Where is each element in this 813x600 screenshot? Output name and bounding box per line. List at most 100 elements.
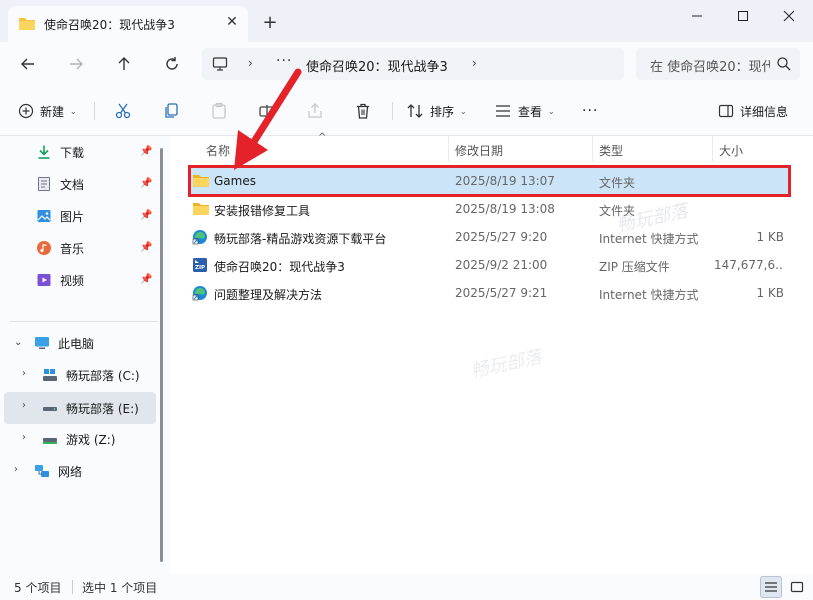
sidebar-item-pictures[interactable]: 图片 bbox=[36, 202, 84, 230]
column-header-date[interactable]: 修改日期 bbox=[455, 142, 503, 159]
pin-icon[interactable]: 📌 bbox=[140, 210, 152, 221]
sort-icon bbox=[407, 104, 423, 118]
column-divider[interactable] bbox=[592, 136, 593, 162]
file-list: ^ 名称 修改日期 类型 大小 Games 2025/8/19 13:07 文件… bbox=[170, 132, 813, 574]
tiles-view-button[interactable] bbox=[786, 576, 808, 598]
pin-icon[interactable]: 📌 bbox=[140, 146, 152, 157]
sidebar-item-label: 畅玩部落 (C:) bbox=[66, 368, 140, 383]
sidebar-item-music[interactable]: 音乐 bbox=[36, 234, 84, 262]
trash-icon bbox=[357, 103, 369, 119]
column-header-name[interactable]: 名称 bbox=[206, 142, 230, 159]
column-divider[interactable] bbox=[712, 136, 713, 162]
chevron-down-icon: ⌄ bbox=[70, 106, 77, 116]
search-box[interactable]: 在 使命召唤20：现代战争3 中搜索 bbox=[636, 48, 800, 80]
new-tab-button[interactable]: + bbox=[258, 12, 282, 36]
item-count: 5 个项目 bbox=[14, 581, 62, 595]
sidebar-scrollbar[interactable] bbox=[160, 148, 163, 562]
pictures-icon bbox=[36, 208, 52, 224]
maximize-button[interactable] bbox=[720, 0, 766, 32]
svg-text:ZIP: ZIP bbox=[195, 265, 205, 271]
sidebar-item-label: 畅玩部落 (E:) bbox=[66, 401, 139, 416]
column-header-size[interactable]: 大小 bbox=[719, 142, 743, 159]
chevron-right-icon[interactable]: › bbox=[22, 400, 26, 411]
pin-icon[interactable]: 📌 bbox=[140, 274, 152, 285]
tab-current[interactable]: 使命召唤20：现代战争3 ✕ bbox=[8, 6, 248, 42]
search-input[interactable]: 在 使命召唤20：现代战争3 中搜索 bbox=[650, 56, 770, 75]
share-button[interactable] bbox=[306, 100, 330, 122]
file-size: 147,677,6... bbox=[714, 258, 784, 272]
tab-close-icon[interactable]: ✕ bbox=[222, 12, 242, 32]
chevron-down-icon[interactable]: ⌄ bbox=[14, 337, 22, 348]
minimize-button[interactable] bbox=[674, 0, 720, 32]
details-pane-button[interactable]: 详细信息 bbox=[718, 100, 788, 122]
file-type: Internet 快捷方式 bbox=[599, 232, 699, 246]
navigation-bar: › ··· 使命召唤20：现代战争3 › 在 使命召唤20：现代战争3 中搜索 bbox=[0, 42, 813, 86]
table-row[interactable]: 安装报错修复工具 2025/8/19 13:08 文件夹 bbox=[188, 195, 790, 223]
table-row[interactable]: ZIP 使命召唤20：现代战争3 2025/9/2 21:00 ZIP 压缩文件… bbox=[188, 251, 790, 279]
up-button[interactable] bbox=[110, 50, 138, 78]
sidebar-item-drive-c[interactable]: 畅玩部落 (C:) bbox=[42, 361, 140, 389]
breadcrumb-current[interactable]: 使命召唤20：现代战争3 bbox=[306, 56, 448, 75]
column-header-type[interactable]: 类型 bbox=[599, 142, 623, 159]
sidebar-divider bbox=[10, 321, 158, 322]
chevron-right-icon[interactable]: › bbox=[472, 56, 477, 70]
sidebar-item-label: 图片 bbox=[60, 209, 85, 224]
arrow-right-icon bbox=[70, 58, 83, 70]
more-options-button[interactable]: ··· bbox=[582, 100, 598, 122]
toolbar-divider bbox=[392, 102, 393, 120]
pin-icon[interactable]: 📌 bbox=[140, 178, 152, 189]
delete-button[interactable] bbox=[354, 100, 378, 122]
file-type: ZIP 压缩文件 bbox=[599, 260, 670, 274]
file-date: 2025/5/27 9:20 bbox=[455, 230, 548, 244]
copy-button[interactable] bbox=[162, 100, 186, 122]
sidebar-item-drive-e[interactable]: 畅玩部落 (E:) bbox=[42, 394, 139, 422]
tab-title: 使命召唤20：现代战争3 bbox=[44, 18, 175, 32]
sidebar-item-label: 视频 bbox=[60, 273, 85, 288]
file-size: 1 KB bbox=[756, 230, 784, 244]
status-bar: 5 个项目 选中 1 个项目 bbox=[0, 574, 813, 600]
red-arrow-annotation bbox=[234, 68, 302, 170]
cut-button[interactable] bbox=[114, 100, 138, 122]
chevron-down-icon: ⌄ bbox=[460, 106, 467, 116]
computer-icon bbox=[34, 335, 50, 351]
table-row[interactable]: 问题整理及解决方法 2025/5/27 9:21 Internet 快捷方式 1… bbox=[188, 279, 790, 307]
navigation-pane: 下载 📌 文档 📌 图片 📌 音乐 📌 视频 📌 ⌄ 此电脑 › 畅玩部落 (C… bbox=[0, 136, 170, 574]
sidebar-item-this-pc[interactable]: 此电脑 bbox=[34, 329, 94, 357]
table-row[interactable]: 畅玩部落-精品游戏资源下载平台 2025/5/27 9:20 Internet … bbox=[188, 223, 790, 251]
file-date: 2025/8/19 13:08 bbox=[455, 202, 555, 216]
sidebar-item-label: 音乐 bbox=[60, 241, 85, 256]
new-button[interactable]: 新建 ⌄ bbox=[18, 100, 77, 122]
document-icon bbox=[36, 176, 52, 192]
chevron-right-icon[interactable]: › bbox=[14, 464, 18, 475]
close-window-button[interactable] bbox=[766, 0, 812, 32]
sidebar-item-drive-z[interactable]: 游戏 (Z:) bbox=[42, 425, 115, 453]
share-icon bbox=[308, 103, 322, 118]
tiles-view-icon bbox=[790, 581, 804, 593]
back-button[interactable] bbox=[14, 50, 42, 78]
file-size: 1 KB bbox=[756, 286, 784, 300]
chevron-right-icon[interactable]: › bbox=[22, 432, 26, 443]
sort-button[interactable]: 排序 ⌄ bbox=[406, 100, 467, 122]
system-drive-icon bbox=[42, 367, 58, 383]
sidebar-item-network[interactable]: 网络 bbox=[34, 457, 82, 485]
chevron-right-icon[interactable]: › bbox=[22, 368, 26, 379]
selection-count: 选中 1 个项目 bbox=[82, 581, 158, 595]
sidebar-item-downloads[interactable]: 下载 bbox=[36, 138, 84, 166]
folder-icon bbox=[192, 201, 210, 219]
new-label: 新建 bbox=[40, 104, 65, 119]
refresh-button[interactable] bbox=[158, 50, 186, 78]
sidebar-item-documents[interactable]: 文档 bbox=[36, 170, 84, 198]
forward-button[interactable] bbox=[62, 50, 90, 78]
scissors-icon bbox=[115, 103, 131, 119]
file-name: 畅玩部落-精品游戏资源下载平台 bbox=[214, 232, 387, 246]
arrow-left-icon bbox=[21, 58, 34, 70]
details-view-button[interactable] bbox=[760, 576, 782, 598]
details-label: 详细信息 bbox=[740, 104, 789, 119]
network-icon bbox=[34, 463, 50, 479]
sidebar-item-label: 游戏 (Z:) bbox=[66, 432, 116, 447]
file-name: 安装报错修复工具 bbox=[214, 204, 311, 218]
column-divider[interactable] bbox=[448, 136, 449, 162]
pin-icon[interactable]: 📌 bbox=[140, 242, 152, 253]
sidebar-item-videos[interactable]: 视频 bbox=[36, 266, 84, 294]
view-button[interactable]: 查看 ⌄ bbox=[494, 100, 555, 122]
